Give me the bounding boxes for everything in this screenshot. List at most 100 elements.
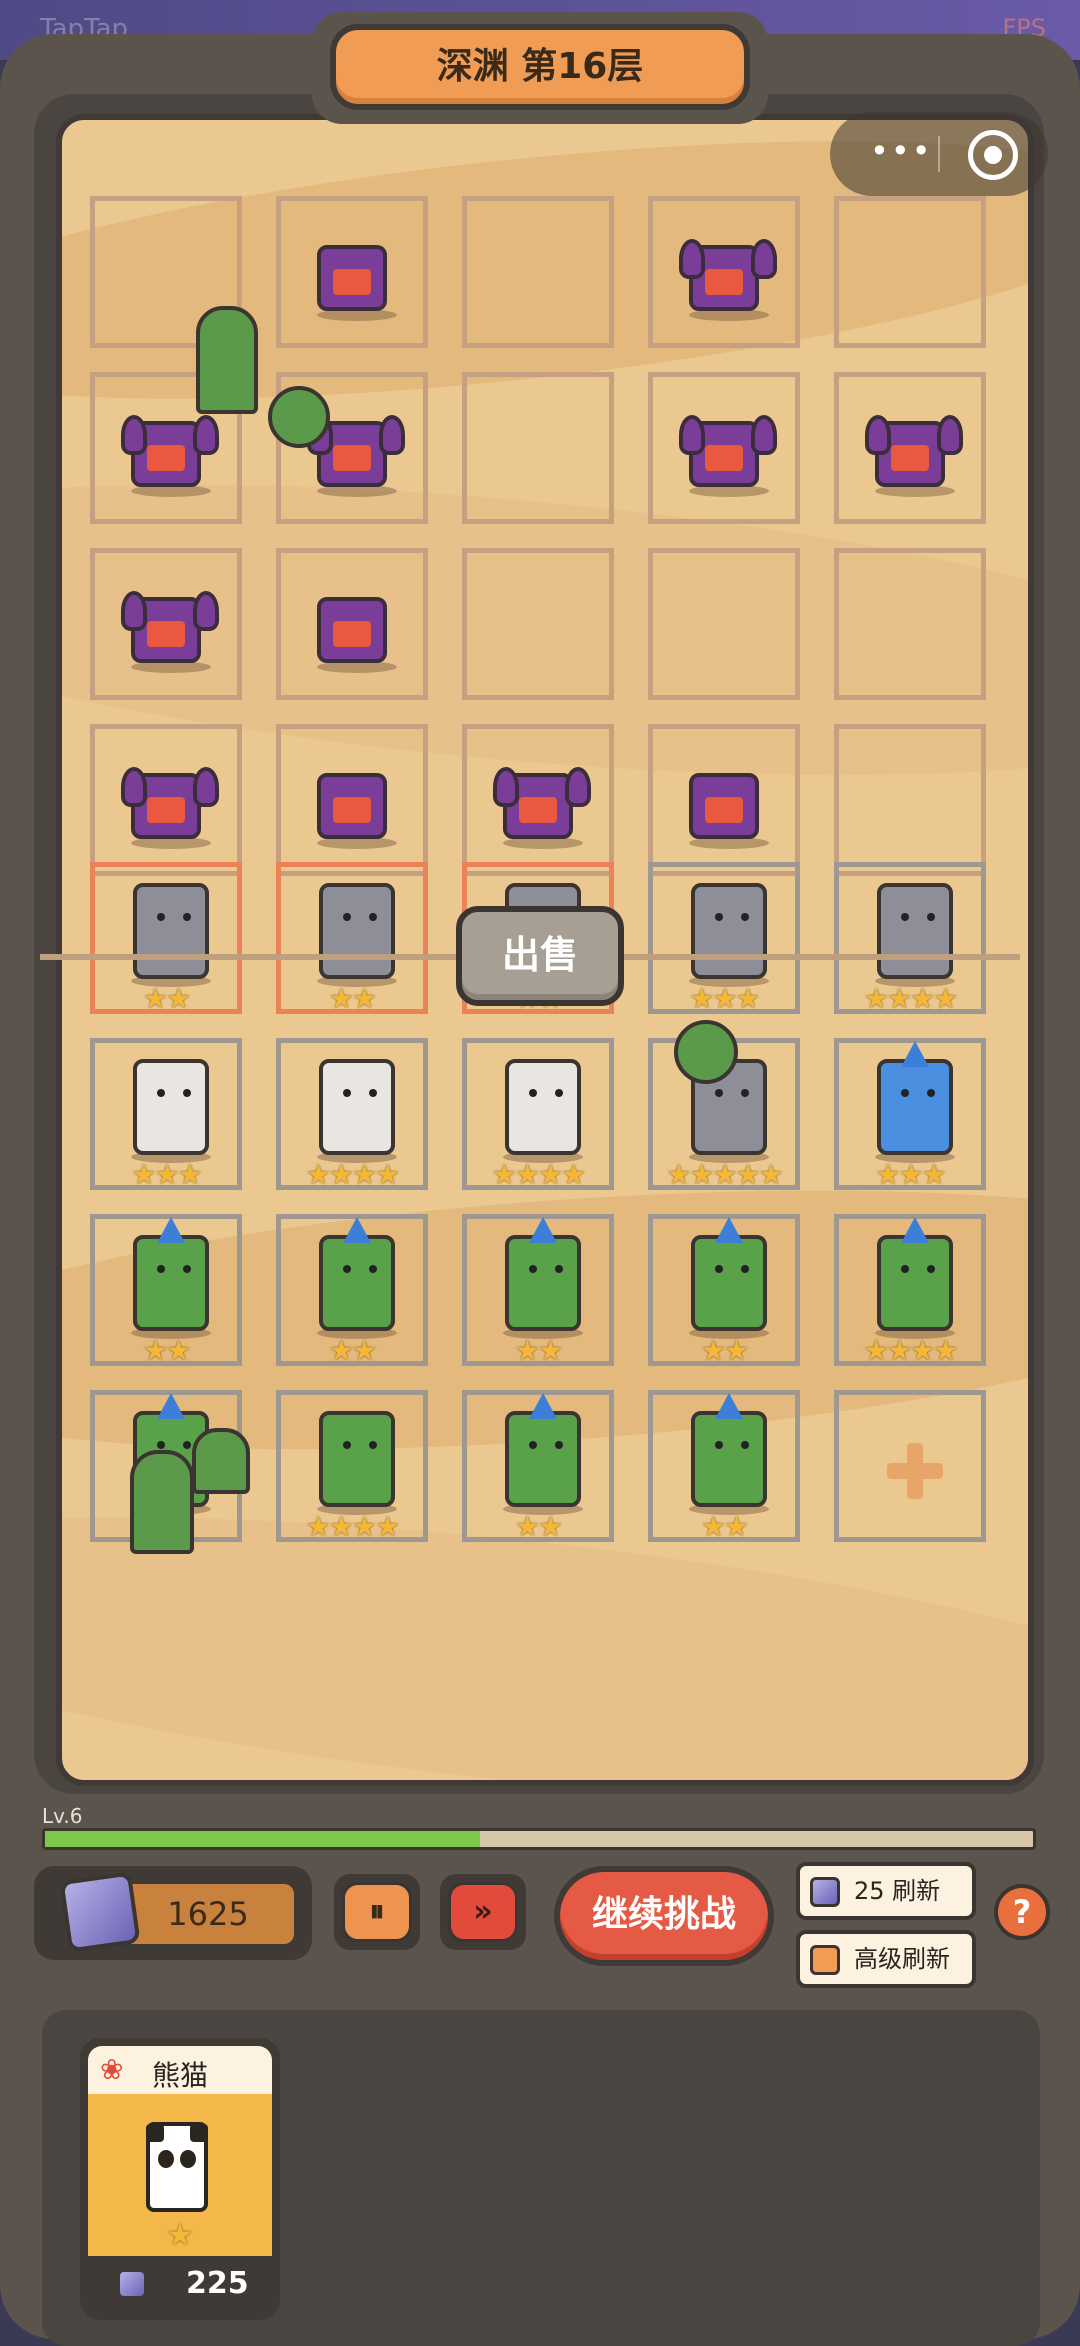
enemy-cell — [462, 724, 614, 876]
unit-eye — [555, 1265, 563, 1273]
monster-horn — [865, 415, 891, 455]
unit-stars: ★★★★ — [305, 1158, 400, 1191]
monster-mouth — [333, 621, 371, 647]
unit-eye — [901, 913, 909, 921]
box-monster — [689, 773, 759, 839]
advanced-refresh-button[interactable]: 高级刷新 — [796, 1930, 976, 1988]
green-box-unit[interactable] — [319, 1411, 395, 1507]
fin — [901, 1217, 929, 1243]
unit-slot[interactable]: ★★ — [276, 862, 428, 1014]
unit-eye — [369, 1089, 377, 1097]
enemy-cell — [834, 196, 986, 348]
monster-horn — [121, 591, 147, 631]
continue-challenge-button[interactable]: 继续挑战 — [554, 1866, 774, 1966]
fin — [157, 1393, 185, 1419]
enemy-cell — [90, 724, 242, 876]
monster-mouth — [519, 797, 557, 823]
gem-icon — [59, 1871, 141, 1953]
unit-eye — [529, 1441, 537, 1449]
cactus-decoration — [192, 1428, 250, 1494]
sell-button[interactable]: 出售 — [456, 906, 624, 1006]
level-label: Lv.6 — [42, 1804, 83, 1828]
unit-slot[interactable]: ★★ — [648, 1214, 800, 1366]
horned-monster — [679, 415, 777, 487]
deer-elephant-unit[interactable] — [319, 883, 395, 979]
cactus-decoration — [674, 1020, 738, 1084]
monster-mouth — [147, 445, 185, 471]
unit-slot[interactable]: ★★ — [648, 1390, 800, 1542]
enemy-cell — [648, 196, 800, 348]
deer-elephant-unit[interactable] — [133, 883, 209, 979]
unit-eye — [183, 1441, 191, 1449]
empty-slot[interactable] — [834, 1390, 986, 1542]
unit-slot[interactable]: ★★ — [90, 862, 242, 1014]
monster-mouth — [333, 269, 371, 295]
fast-forward-button[interactable]: » — [440, 1874, 526, 1950]
unit-stars: ★★ — [700, 1510, 749, 1543]
shop-card-panda[interactable]: ❀ 熊猫 ★ 225 — [80, 2038, 280, 2320]
unit-stars: ★★ — [700, 1334, 749, 1367]
unit-slot[interactable]: ★★ — [276, 1214, 428, 1366]
unit-stars: ★★★ — [689, 982, 760, 1015]
panda-ear — [190, 2124, 208, 2142]
leopard-unit[interactable] — [505, 1059, 581, 1155]
unit-slot[interactable]: ★★★★ — [834, 862, 986, 1014]
unit-eye — [529, 1089, 537, 1097]
unit-eye — [157, 1441, 165, 1449]
unit-eye — [741, 1089, 749, 1097]
unit-eye — [369, 913, 377, 921]
leopard-unit[interactable] — [319, 1059, 395, 1155]
advanced-refresh-label: 高级刷新 — [854, 1945, 950, 1973]
continue-challenge-label: 继续挑战 — [560, 1872, 768, 1960]
unit-stars: ★★ — [514, 1334, 563, 1367]
unit-slot[interactable]: ★★★ — [834, 1038, 986, 1190]
monster-horn — [193, 767, 219, 807]
green-shark-unit[interactable] — [505, 1217, 581, 1331]
enemy-cell — [648, 372, 800, 524]
unit-slot[interactable]: ★★★★ — [462, 1038, 614, 1190]
unit-slot[interactable]: ★★ — [462, 1390, 614, 1542]
unit-eye — [555, 1441, 563, 1449]
card-header: ❀ 熊猫 — [88, 2046, 272, 2094]
xp-bar — [42, 1828, 1036, 1850]
leopard-unit[interactable] — [133, 1059, 209, 1155]
card-body: ★ — [88, 2094, 272, 2256]
green-shark-unit[interactable] — [319, 1217, 395, 1331]
green-shark-unit[interactable] — [505, 1393, 581, 1507]
monster-mouth — [891, 445, 929, 471]
horned-monster — [679, 239, 777, 311]
unit-eye — [157, 1265, 165, 1273]
panda-eye — [180, 2150, 196, 2168]
green-shark-unit[interactable] — [691, 1217, 767, 1331]
unit-slot[interactable]: ★★★★ — [834, 1214, 986, 1366]
unit-slot[interactable]: ★★★★ — [276, 1038, 428, 1190]
target-close-icon[interactable] — [968, 130, 1018, 180]
monster-horn — [751, 239, 777, 279]
unit-slot[interactable]: ★★★ — [648, 862, 800, 1014]
fast-forward-icon: » — [448, 1882, 518, 1942]
unit-eye — [901, 1265, 909, 1273]
more-dots-icon[interactable]: ••• — [870, 132, 933, 170]
unit-stars: ★★★ — [131, 1158, 202, 1191]
monster-mouth — [333, 797, 371, 823]
fin — [715, 1393, 743, 1419]
shark-unit[interactable] — [877, 1041, 953, 1155]
green-shark-unit[interactable] — [691, 1393, 767, 1507]
unit-slot[interactable]: ★★★★ — [276, 1390, 428, 1542]
unit-eye — [369, 1265, 377, 1273]
green-shark-unit[interactable] — [133, 1217, 209, 1331]
monster-horn — [379, 415, 405, 455]
plus-icon[interactable] — [887, 1443, 943, 1499]
refresh-button[interactable]: 25 刷新 — [796, 1862, 976, 1920]
pause-button[interactable]: ⏸ — [334, 1874, 420, 1950]
deer-elephant-unit[interactable] — [877, 883, 953, 979]
unit-slot[interactable]: ★★★ — [90, 1038, 242, 1190]
deer-elephant-unit[interactable] — [691, 883, 767, 979]
enemy-cell — [462, 548, 614, 700]
unit-slot[interactable]: ★★ — [462, 1214, 614, 1366]
currency-amount: 1625 — [122, 1884, 294, 1944]
miniprogram-capsule: ••• — [830, 112, 1048, 196]
green-shark-unit[interactable] — [877, 1217, 953, 1331]
help-button[interactable]: ? — [994, 1884, 1050, 1940]
unit-slot[interactable]: ★★ — [90, 1214, 242, 1366]
